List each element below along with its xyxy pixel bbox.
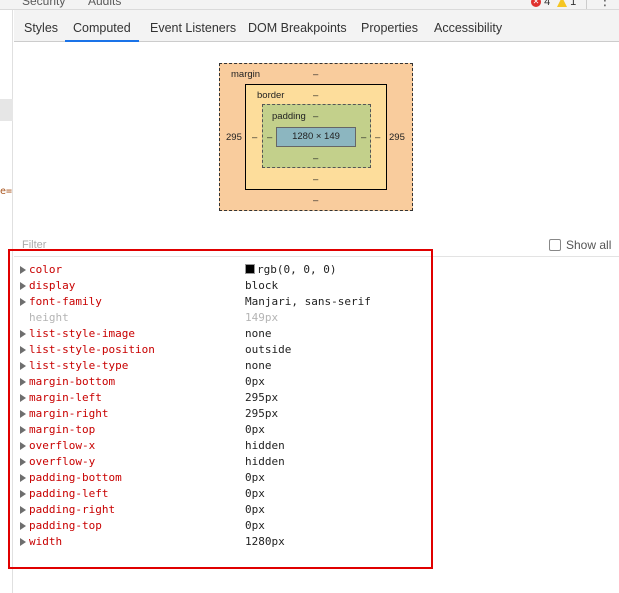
warning-counter[interactable]: 1 bbox=[557, 0, 576, 8]
border-bottom-value[interactable]: – bbox=[313, 174, 318, 185]
toolbar-divider bbox=[586, 0, 587, 9]
tab-security[interactable]: Security bbox=[22, 0, 65, 8]
sidebar-tabbar: Styles Computed Event Listeners DOM Brea… bbox=[14, 10, 619, 42]
padding-left-value[interactable]: – bbox=[267, 132, 272, 143]
border-label: border bbox=[257, 90, 285, 101]
margin-left-value[interactable]: 295 bbox=[226, 132, 242, 143]
tab-styles[interactable]: Styles bbox=[24, 10, 58, 41]
tab-audits[interactable]: Audits bbox=[88, 0, 121, 8]
tab-accessibility[interactable]: Accessibility bbox=[434, 10, 502, 41]
padding-bottom-value[interactable]: – bbox=[313, 153, 318, 164]
tab-event-listeners[interactable]: Event Listeners bbox=[150, 10, 236, 41]
warning-count: 1 bbox=[570, 0, 577, 8]
show-all-checkbox[interactable] bbox=[549, 239, 561, 251]
elements-text-fragment: e= bbox=[0, 186, 13, 197]
highlight-rectangle bbox=[8, 249, 433, 569]
show-all-label: Show all bbox=[566, 238, 612, 252]
tab-dom-breakpoints[interactable]: DOM Breakpoints bbox=[248, 10, 347, 41]
error-counter[interactable]: ✕ 4 bbox=[531, 0, 550, 8]
box-model-content-size[interactable]: 1280 × 149 bbox=[276, 127, 356, 147]
tab-computed[interactable]: Computed bbox=[65, 10, 139, 42]
show-all-toggle[interactable]: Show all bbox=[549, 238, 611, 252]
tab-properties[interactable]: Properties bbox=[361, 10, 418, 41]
warning-icon bbox=[557, 0, 567, 8]
padding-label: padding bbox=[272, 111, 306, 122]
error-icon: ✕ bbox=[531, 0, 541, 8]
margin-top-value[interactable]: – bbox=[313, 69, 318, 80]
border-right-value[interactable]: – bbox=[375, 132, 380, 143]
more-options-icon[interactable]: ⋮ bbox=[598, 0, 612, 9]
margin-right-value[interactable]: 295 bbox=[389, 132, 405, 143]
error-count: 4 bbox=[544, 0, 551, 8]
margin-bottom-value[interactable]: – bbox=[313, 195, 318, 206]
devtools-top-tabbar: Security Audits ✕ 4 1 ⋮ bbox=[0, 0, 619, 10]
selected-node-highlight bbox=[0, 99, 13, 121]
margin-label: margin bbox=[231, 69, 261, 80]
border-top-value[interactable]: – bbox=[313, 90, 318, 101]
padding-right-value[interactable]: – bbox=[361, 132, 366, 143]
padding-top-value[interactable]: – bbox=[313, 111, 318, 122]
border-left-value[interactable]: – bbox=[252, 132, 257, 143]
